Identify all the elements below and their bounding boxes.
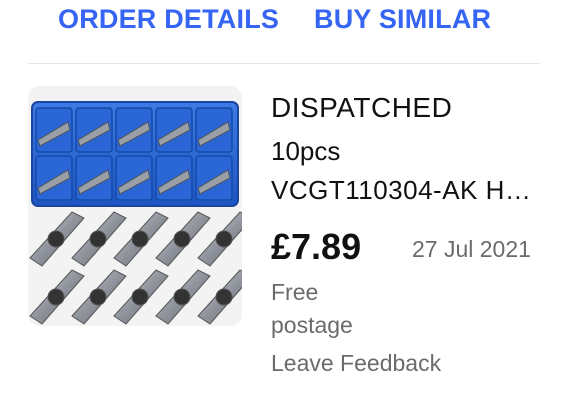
- leave-feedback-link[interactable]: Leave Feedback: [271, 350, 441, 377]
- divider: [28, 63, 540, 64]
- item-title[interactable]: VCGT110304-AK H…: [271, 175, 531, 206]
- postage-line-2: postage: [271, 312, 353, 338]
- buy-similar-link[interactable]: BUY SIMILAR: [314, 4, 491, 35]
- product-image: [28, 86, 242, 326]
- order-date: 27 Jul 2021: [412, 236, 531, 262]
- item-price: £7.89: [271, 226, 362, 267]
- order-status: DISPATCHED: [271, 92, 453, 123]
- postage-line-1: Free: [271, 279, 319, 305]
- postage-info: Free postage: [271, 276, 353, 342]
- top-actions: ORDER DETAILS BUY SIMILAR: [0, 0, 569, 42]
- order-details-link[interactable]: ORDER DETAILS: [58, 4, 279, 35]
- product-thumbnail[interactable]: [28, 86, 242, 326]
- item-quantity: 10pcs: [271, 136, 341, 166]
